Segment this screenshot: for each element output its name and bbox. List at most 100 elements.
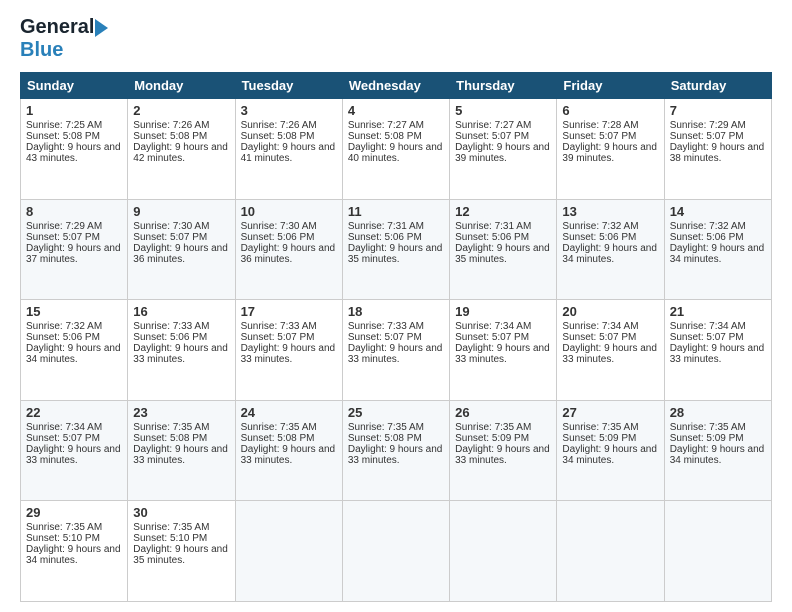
sunrise: Sunrise: 7:26 AM (133, 120, 209, 131)
sunrise: Sunrise: 7:35 AM (455, 422, 531, 433)
sunset: Sunset: 5:06 PM (241, 232, 315, 243)
daylight: Daylight: 9 hours and 41 minutes. (241, 142, 336, 164)
daylight: Daylight: 9 hours and 34 minutes. (670, 243, 765, 265)
sunrise: Sunrise: 7:26 AM (241, 120, 317, 131)
sunrise: Sunrise: 7:34 AM (562, 321, 638, 332)
daylight: Daylight: 9 hours and 35 minutes. (348, 243, 443, 265)
daylight: Daylight: 9 hours and 39 minutes. (562, 142, 657, 164)
sunrise: Sunrise: 7:29 AM (670, 120, 746, 131)
col-sunday: Sunday (21, 73, 128, 99)
day-number: 11 (348, 204, 444, 219)
day-number: 28 (670, 405, 766, 420)
col-saturday: Saturday (664, 73, 771, 99)
sunset: Sunset: 5:06 PM (455, 232, 529, 243)
calendar-header-row: Sunday Monday Tuesday Wednesday Thursday… (21, 73, 772, 99)
daylight: Daylight: 9 hours and 33 minutes. (562, 343, 657, 365)
day-number: 27 (562, 405, 658, 420)
daylight: Daylight: 9 hours and 35 minutes. (133, 544, 228, 566)
sunset: Sunset: 5:06 PM (348, 232, 422, 243)
logo: General Blue (20, 16, 108, 62)
day-number: 13 (562, 204, 658, 219)
table-row: 16 Sunrise: 7:33 AM Sunset: 5:06 PM Dayl… (128, 300, 235, 401)
day-number: 19 (455, 304, 551, 319)
logo-arrow-icon (95, 19, 108, 37)
sunset: Sunset: 5:08 PM (26, 131, 100, 142)
sunrise: Sunrise: 7:34 AM (26, 422, 102, 433)
sunset: Sunset: 5:06 PM (26, 332, 100, 343)
table-row: 14 Sunrise: 7:32 AM Sunset: 5:06 PM Dayl… (664, 199, 771, 300)
daylight: Daylight: 9 hours and 34 minutes. (562, 243, 657, 265)
sunrise: Sunrise: 7:29 AM (26, 221, 102, 232)
daylight: Daylight: 9 hours and 37 minutes. (26, 243, 121, 265)
table-row: 27 Sunrise: 7:35 AM Sunset: 5:09 PM Dayl… (557, 400, 664, 501)
sunrise: Sunrise: 7:32 AM (670, 221, 746, 232)
sunset: Sunset: 5:08 PM (348, 131, 422, 142)
day-number: 25 (348, 405, 444, 420)
table-row: 20 Sunrise: 7:34 AM Sunset: 5:07 PM Dayl… (557, 300, 664, 401)
table-row: 26 Sunrise: 7:35 AM Sunset: 5:09 PM Dayl… (450, 400, 557, 501)
sunrise: Sunrise: 7:27 AM (455, 120, 531, 131)
sunset: Sunset: 5:08 PM (241, 131, 315, 142)
table-row: 29 Sunrise: 7:35 AM Sunset: 5:10 PM Dayl… (21, 501, 128, 602)
sunrise: Sunrise: 7:35 AM (348, 422, 424, 433)
sunset: Sunset: 5:07 PM (455, 131, 529, 142)
day-number: 16 (133, 304, 229, 319)
daylight: Daylight: 9 hours and 36 minutes. (241, 243, 336, 265)
sunrise: Sunrise: 7:35 AM (562, 422, 638, 433)
sunrise: Sunrise: 7:35 AM (241, 422, 317, 433)
sunset: Sunset: 5:07 PM (562, 332, 636, 343)
day-number: 15 (26, 304, 122, 319)
daylight: Daylight: 9 hours and 33 minutes. (133, 343, 228, 365)
sunset: Sunset: 5:08 PM (133, 433, 207, 444)
header: General Blue (20, 16, 772, 62)
daylight: Daylight: 9 hours and 40 minutes. (348, 142, 443, 164)
calendar: Sunday Monday Tuesday Wednesday Thursday… (20, 72, 772, 602)
table-row: 21 Sunrise: 7:34 AM Sunset: 5:07 PM Dayl… (664, 300, 771, 401)
daylight: Daylight: 9 hours and 33 minutes. (241, 343, 336, 365)
sunset: Sunset: 5:06 PM (670, 232, 744, 243)
table-row: 24 Sunrise: 7:35 AM Sunset: 5:08 PM Dayl… (235, 400, 342, 501)
sunrise: Sunrise: 7:30 AM (133, 221, 209, 232)
table-row: 19 Sunrise: 7:34 AM Sunset: 5:07 PM Dayl… (450, 300, 557, 401)
table-row: 2 Sunrise: 7:26 AM Sunset: 5:08 PM Dayli… (128, 99, 235, 200)
day-number: 26 (455, 405, 551, 420)
sunset: Sunset: 5:09 PM (670, 433, 744, 444)
daylight: Daylight: 9 hours and 33 minutes. (455, 343, 550, 365)
page: General Blue Sunday Monday Tuesday Wedne… (0, 0, 792, 612)
daylight: Daylight: 9 hours and 33 minutes. (670, 343, 765, 365)
sunrise: Sunrise: 7:28 AM (562, 120, 638, 131)
day-number: 23 (133, 405, 229, 420)
sunrise: Sunrise: 7:31 AM (455, 221, 531, 232)
sunrise: Sunrise: 7:35 AM (26, 522, 102, 533)
day-number: 5 (455, 103, 551, 118)
sunset: Sunset: 5:07 PM (562, 131, 636, 142)
sunset: Sunset: 5:10 PM (26, 533, 100, 544)
table-row: 17 Sunrise: 7:33 AM Sunset: 5:07 PM Dayl… (235, 300, 342, 401)
logo-blue-text: Blue (20, 39, 63, 61)
day-number: 18 (348, 304, 444, 319)
day-number: 20 (562, 304, 658, 319)
daylight: Daylight: 9 hours and 33 minutes. (348, 444, 443, 466)
daylight: Daylight: 9 hours and 33 minutes. (241, 444, 336, 466)
table-row: 28 Sunrise: 7:35 AM Sunset: 5:09 PM Dayl… (664, 400, 771, 501)
daylight: Daylight: 9 hours and 33 minutes. (348, 343, 443, 365)
daylight: Daylight: 9 hours and 34 minutes. (562, 444, 657, 466)
col-tuesday: Tuesday (235, 73, 342, 99)
day-number: 1 (26, 103, 122, 118)
day-number: 4 (348, 103, 444, 118)
sunset: Sunset: 5:06 PM (133, 332, 207, 343)
daylight: Daylight: 9 hours and 43 minutes. (26, 142, 121, 164)
sunrise: Sunrise: 7:27 AM (348, 120, 424, 131)
daylight: Daylight: 9 hours and 34 minutes. (26, 343, 121, 365)
table-row: 11 Sunrise: 7:31 AM Sunset: 5:06 PM Dayl… (342, 199, 449, 300)
sunrise: Sunrise: 7:35 AM (133, 522, 209, 533)
daylight: Daylight: 9 hours and 36 minutes. (133, 243, 228, 265)
sunset: Sunset: 5:07 PM (670, 131, 744, 142)
daylight: Daylight: 9 hours and 39 minutes. (455, 142, 550, 164)
table-row: 22 Sunrise: 7:34 AM Sunset: 5:07 PM Dayl… (21, 400, 128, 501)
daylight: Daylight: 9 hours and 33 minutes. (455, 444, 550, 466)
col-monday: Monday (128, 73, 235, 99)
daylight: Daylight: 9 hours and 33 minutes. (133, 444, 228, 466)
day-number: 6 (562, 103, 658, 118)
day-number: 10 (241, 204, 337, 219)
